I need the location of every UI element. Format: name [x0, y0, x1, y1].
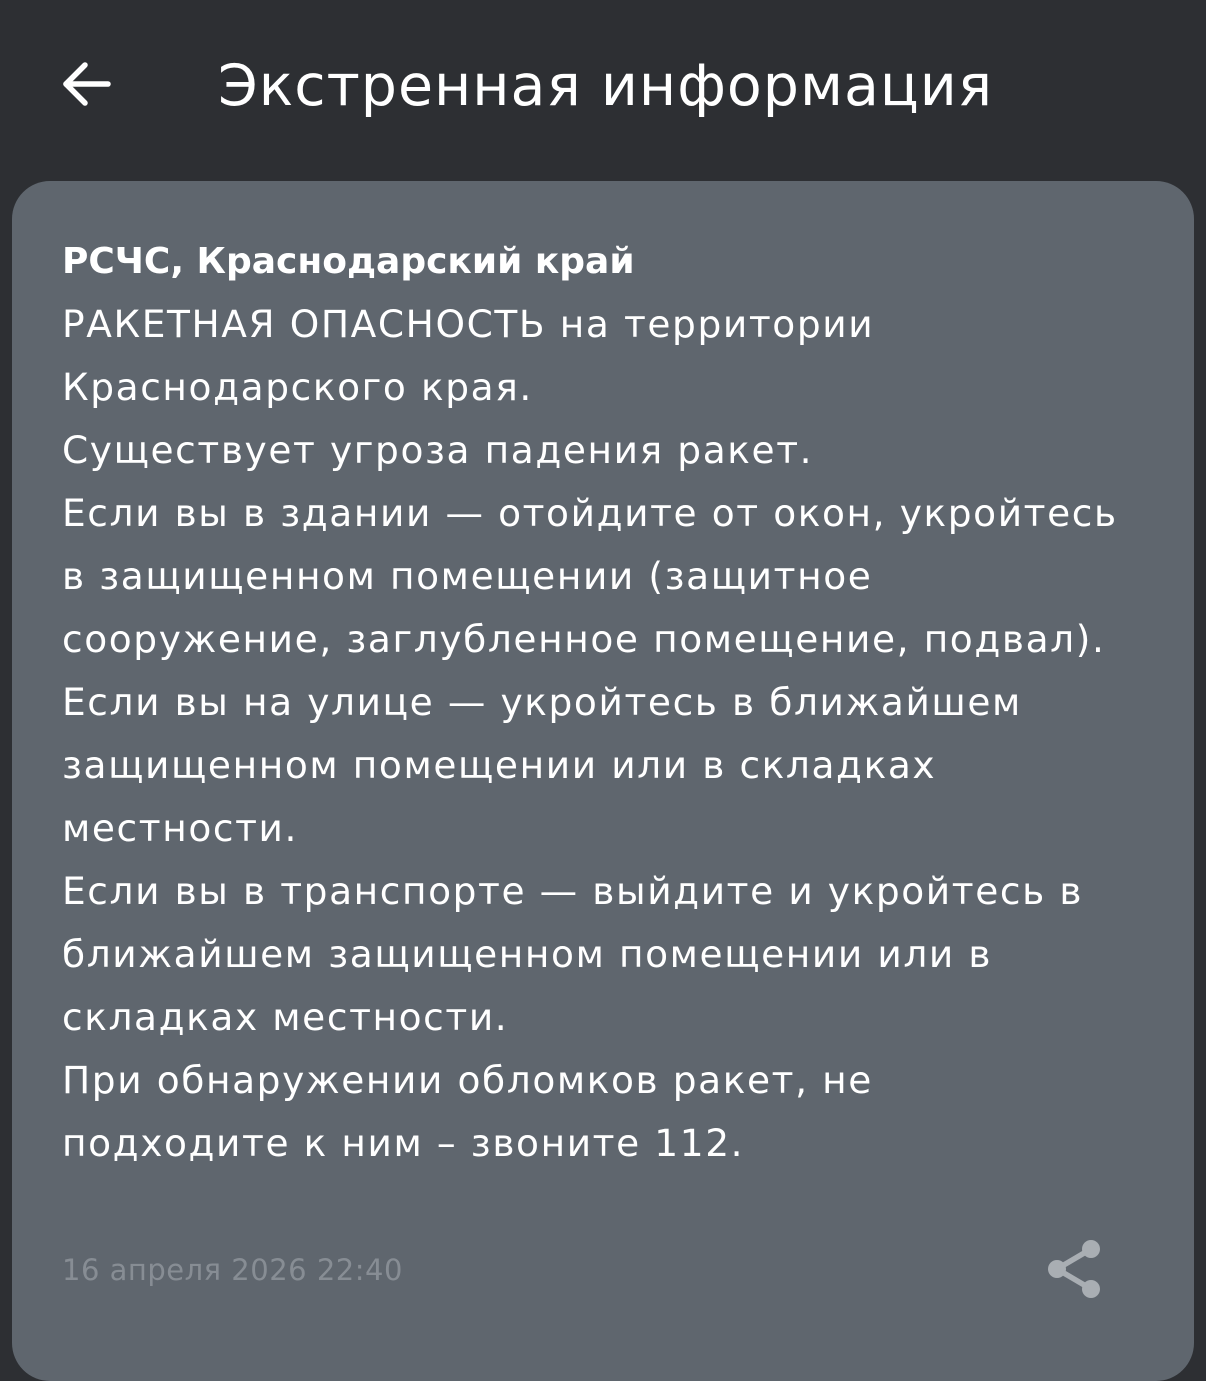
alert-message-line: подходите к ним – звоните 112.: [62, 1121, 745, 1165]
alert-message-line: Если вы в здании — отойдите от окон, укр…: [62, 491, 1118, 535]
alert-card: РСЧС, Краснодарский край РАКЕТНАЯ ОПАСНО…: [12, 181, 1194, 1381]
app-header: Экстренная информация: [0, 0, 1206, 180]
alert-message-line: местности.: [62, 806, 299, 850]
alert-message-line: защищенном помещении или в складках: [62, 743, 937, 787]
alert-message-line: Если вы на улице — укройтесь в ближайшем: [62, 680, 1022, 724]
alert-timestamp: 16 апреля 2026 22:40: [62, 1253, 403, 1287]
alert-message-line: Существует угроза падения ракет.: [62, 428, 814, 472]
alert-message-line: При обнаружении обломков ракет, не: [62, 1058, 873, 1102]
alert-message: РАКЕТНАЯ ОПАСНОСТЬ на территории Краснод…: [62, 293, 1162, 1175]
alert-message-line: в защищенном помещении (защитное: [62, 554, 873, 598]
alert-message-line: Краснодарского края.: [62, 365, 533, 409]
alert-message-line: сооружение, заглубленное помещение, подв…: [62, 617, 1106, 661]
back-button[interactable]: [44, 42, 128, 126]
alert-message-line: РАКЕТНАЯ ОПАСНОСТЬ на территории: [62, 302, 875, 346]
page-title: Экстренная информация: [218, 53, 994, 119]
alert-message-line: ближайшем защищенном помещении или в: [62, 932, 993, 976]
share-icon: [1048, 1240, 1100, 1298]
arrow-left-icon: [63, 62, 111, 106]
alert-source: РСЧС, Краснодарский край: [62, 241, 635, 282]
alert-message-line: складках местности.: [62, 995, 509, 1039]
share-button[interactable]: [1036, 1231, 1112, 1307]
alert-message-line: Если вы в транспорте — выйдите и укройте…: [62, 869, 1084, 913]
